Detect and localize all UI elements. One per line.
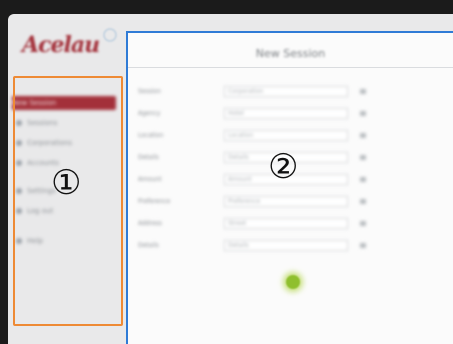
app-logo: Acelau — [22, 32, 100, 58]
panel-title: New Session — [255, 47, 326, 60]
form-label: Location — [138, 132, 164, 139]
field-icon[interactable] — [360, 177, 366, 182]
form-field[interactable]: Street — [224, 218, 348, 229]
form-label: Details — [138, 154, 159, 161]
logo-badge-icon — [103, 28, 117, 42]
form-row: Details Details — [138, 152, 378, 164]
form-row: Address Street — [138, 218, 378, 230]
field-icon[interactable] — [360, 89, 366, 94]
field-icon[interactable] — [360, 133, 366, 138]
form-row: Amount Amount — [138, 174, 378, 186]
annotation-marker-2: ② — [268, 147, 299, 187]
form-label: Address — [138, 220, 162, 227]
form-row: Agency Hotel — [138, 108, 378, 120]
field-icon[interactable] — [360, 243, 366, 248]
field-icon[interactable] — [360, 155, 366, 160]
annotation-marker-1: ① — [51, 163, 82, 203]
panel-divider — [128, 67, 453, 68]
form-label: Details — [138, 242, 159, 249]
form-label: Agency — [138, 110, 161, 117]
form-row: Preference Preference — [138, 196, 378, 208]
form-field[interactable]: Details — [224, 240, 348, 251]
submit-button[interactable] — [286, 275, 300, 289]
form-field[interactable]: Hotel — [224, 108, 348, 119]
form-row: Location Location — [138, 130, 378, 142]
form-label: Preference — [138, 198, 171, 205]
form-row: Session Corporation — [138, 86, 378, 98]
field-icon[interactable] — [360, 111, 366, 116]
new-session-panel: New Session Session Corporation Agency H… — [126, 31, 453, 344]
form-field[interactable]: Corporation — [224, 86, 348, 97]
form-row: Details Details — [138, 240, 378, 252]
field-icon[interactable] — [360, 199, 366, 204]
form-field[interactable]: Preference — [224, 196, 348, 207]
form-field[interactable]: Location — [224, 130, 348, 141]
field-icon[interactable] — [360, 221, 366, 226]
form-label: Session — [138, 88, 161, 95]
form-label: Amount — [138, 176, 162, 183]
